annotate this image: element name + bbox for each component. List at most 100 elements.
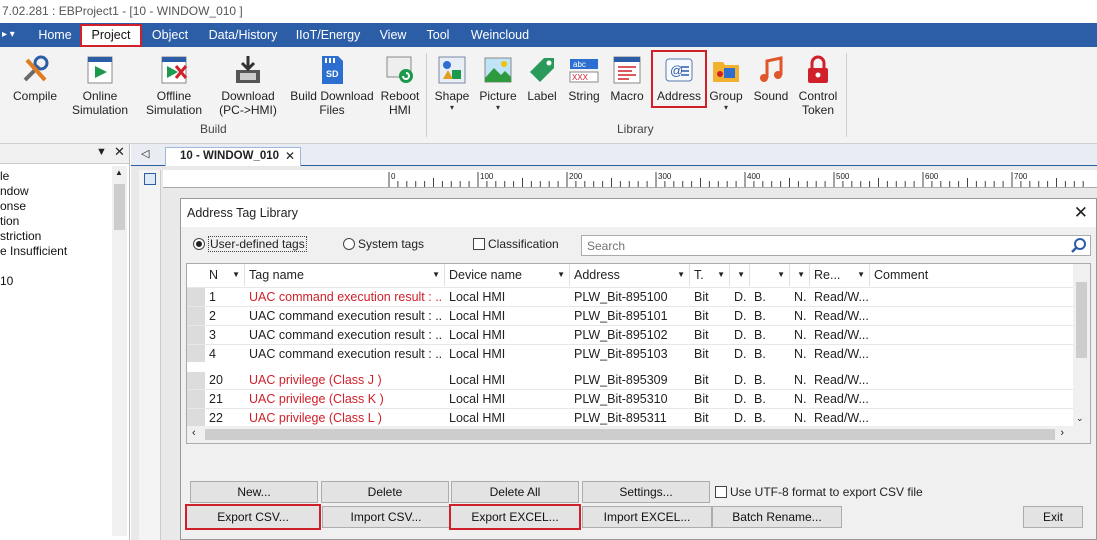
utf8-checkbox[interactable]: Use UTF-8 format to export CSV file <box>715 484 923 500</box>
scrollbar-thumb[interactable] <box>1076 282 1087 358</box>
online-simulation-button[interactable]: Online Simulation <box>66 50 134 122</box>
tree-item[interactable]: 10 <box>0 274 13 288</box>
row-selector[interactable] <box>187 409 205 427</box>
chevron-up-icon[interactable]: ▲ <box>115 168 123 177</box>
picture-button[interactable]: Picture ▾ <box>476 50 520 122</box>
table-row[interactable]: 1 UAC command execution result : ... Local… <box>187 287 1074 306</box>
chevron-down-icon[interactable]: ⌄ <box>1076 413 1084 424</box>
row-selector[interactable] <box>187 288 205 306</box>
column-header[interactable]: ▼ <box>730 264 750 286</box>
compile-button[interactable]: Compile <box>6 50 64 122</box>
row-selector[interactable] <box>187 371 205 389</box>
radio-system-tags[interactable]: System tags <box>343 233 424 255</box>
close-icon[interactable]: ✕ <box>285 148 295 165</box>
checkbox-icon[interactable] <box>473 238 485 250</box>
tree-scrollbar[interactable]: ▲ <box>112 166 127 536</box>
chevron-left-icon[interactable]: ‹ <box>192 427 196 439</box>
table-row[interactable]: 22 UAC privilege (Class L ) Local HMI PLW_B… <box>187 408 1074 427</box>
search-icon[interactable] <box>1069 236 1089 255</box>
address-button[interactable]: @ Address <box>651 50 707 108</box>
scrollbar-thumb[interactable] <box>205 429 1055 440</box>
new-button[interactable]: New... <box>190 481 318 503</box>
menu-view[interactable]: View <box>372 23 414 47</box>
build-download-files-button[interactable]: SD Build Download Files <box>288 50 376 122</box>
chevron-down-icon[interactable]: ▼ <box>557 264 565 286</box>
checkbox-icon[interactable] <box>715 486 727 498</box>
reboot-hmi-button[interactable]: Reboot HMI <box>378 50 422 122</box>
chevron-right-icon[interactable]: › <box>1060 427 1064 439</box>
chevron-down-icon[interactable]: ▼ <box>857 264 865 286</box>
macro-button[interactable]: Macro <box>606 50 648 122</box>
tree-item[interactable]: striction <box>0 229 41 243</box>
scrollbar-thumb[interactable] <box>114 184 125 230</box>
radio-selected-icon[interactable] <box>193 238 205 250</box>
chevron-down-icon[interactable]: ▼ <box>432 264 440 286</box>
chevron-down-icon[interactable]: ▼ <box>737 264 745 286</box>
sound-button[interactable]: Sound <box>750 50 792 122</box>
row-selector[interactable] <box>187 345 205 363</box>
radio-user-defined[interactable]: User-defined tags <box>193 233 307 255</box>
column-header[interactable]: N ▼ <box>205 264 245 286</box>
table-row[interactable]: 20 UAC privilege (Class J ) Local HMI PLW_B… <box>187 370 1074 389</box>
chevron-down-icon[interactable]: ▼ <box>232 264 240 286</box>
tree-item[interactable]: e Insufficient <box>0 244 67 258</box>
table-row[interactable]: 21 UAC privilege (Class K ) Local HMI PLW_B… <box>187 389 1074 408</box>
tree-item[interactable]: ndow <box>0 184 29 198</box>
table-vertical-scrollbar[interactable]: ⌄ <box>1073 264 1090 426</box>
column-header[interactable]: T. ▼ <box>690 264 730 286</box>
table-row[interactable]: 4 UAC command execution result : ... Local… <box>187 344 1074 363</box>
row-selector[interactable] <box>187 307 205 325</box>
close-icon[interactable]: ✕ <box>1074 203 1088 223</box>
chevron-down-icon[interactable]: ▼ <box>717 264 725 286</box>
menu-project[interactable]: Project <box>80 24 142 47</box>
offline-simulation-button[interactable]: Offline Simulation <box>140 50 208 122</box>
table-horizontal-scrollbar[interactable]: ‹ › <box>187 426 1090 443</box>
column-header[interactable]: ▼ <box>750 264 790 286</box>
row-selector[interactable] <box>187 326 205 344</box>
chevron-down-icon[interactable]: ▼ <box>797 264 805 286</box>
column-header[interactable]: Comment <box>870 264 1074 286</box>
table-row[interactable]: 3 UAC command execution result : ... Local… <box>187 325 1074 344</box>
settings-button[interactable]: Settings... <box>582 481 710 503</box>
export-csv-button[interactable]: Export CSV... <box>185 504 321 530</box>
menu-weincloud[interactable]: Weincloud <box>462 23 538 47</box>
menu-tool[interactable]: Tool <box>418 23 458 47</box>
shape-button[interactable]: Shape ▾ <box>432 50 472 122</box>
export-excel-button[interactable]: Export EXCEL... <box>449 504 581 530</box>
label-button[interactable]: Label <box>522 50 562 122</box>
tree-item[interactable]: tion <box>0 214 19 228</box>
column-header[interactable]: ▼ <box>790 264 810 286</box>
chevron-left-icon[interactable]: ◁ <box>141 147 149 160</box>
string-button[interactable]: abc XXX String <box>564 50 604 122</box>
download-button[interactable]: Download (PC->HMI) <box>216 50 280 122</box>
table-row[interactable]: 2 UAC command execution result : ... Local… <box>187 306 1074 325</box>
batch-rename-button[interactable]: Batch Rename... <box>712 506 842 528</box>
column-header[interactable]: Address ▼ <box>570 264 690 286</box>
import-excel-button[interactable]: Import EXCEL... <box>582 506 712 528</box>
menu-data-history[interactable]: Data/History <box>200 23 286 47</box>
exit-button[interactable]: Exit <box>1023 506 1083 528</box>
chevron-down-icon[interactable]: ▼ <box>777 264 785 286</box>
tab-window-010[interactable]: 10 - WINDOW_010 ✕ <box>165 147 301 166</box>
column-header[interactable]: Tag name ▼ <box>245 264 445 286</box>
group-button[interactable]: Group ▾ <box>706 50 746 122</box>
search-input[interactable] <box>581 235 1091 256</box>
quick-access-icon[interactable]: ▸ ▾ <box>0 23 30 47</box>
column-header[interactable]: Re... ▼ <box>810 264 870 286</box>
radio-icon[interactable] <box>343 238 355 250</box>
chevron-down-icon[interactable]: ▼ <box>96 146 107 158</box>
row-selector[interactable] <box>187 390 205 408</box>
menu-home[interactable]: Home <box>30 23 80 47</box>
menu-iiot-energy[interactable]: IIoT/Energy <box>290 23 366 47</box>
column-header[interactable]: Device name ▼ <box>445 264 570 286</box>
import-csv-button[interactable]: Import CSV... <box>322 506 450 528</box>
chevron-down-icon[interactable]: ▼ <box>677 264 685 286</box>
delete-all-button[interactable]: Delete All <box>451 481 579 503</box>
tree-item[interactable]: le <box>0 169 9 183</box>
menu-object[interactable]: Object <box>144 23 196 47</box>
delete-button[interactable]: Delete <box>321 481 449 503</box>
classification-checkbox[interactable]: Classification <box>473 233 559 255</box>
control-token-button[interactable]: Control Token <box>794 50 842 122</box>
close-icon[interactable]: ✕ <box>114 144 125 160</box>
tree-item[interactable]: onse <box>0 199 26 213</box>
